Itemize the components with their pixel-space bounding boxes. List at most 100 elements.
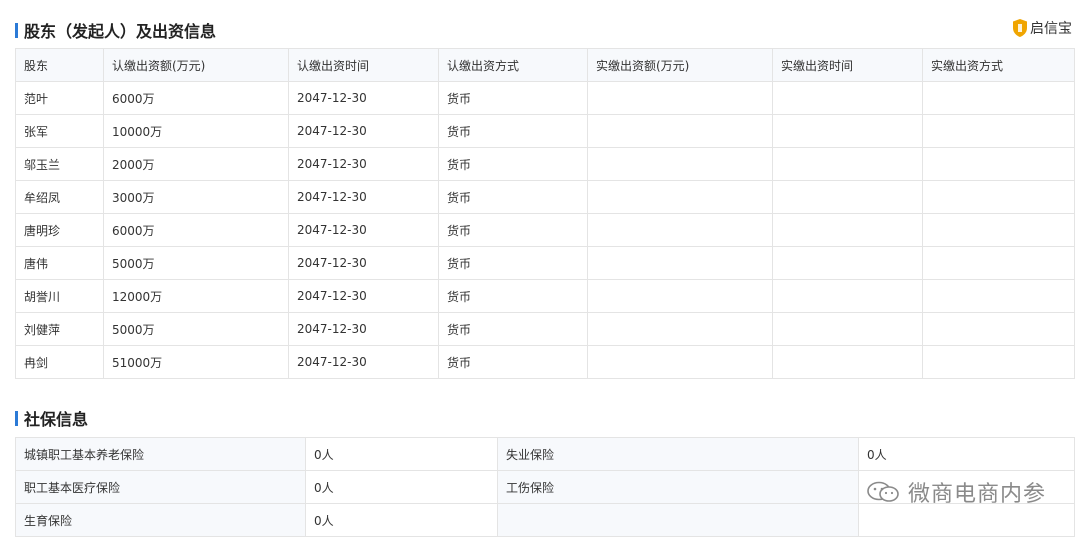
insurance-label-cell: 职工基本医疗保险 — [15, 470, 306, 504]
subscribed-method-cell: 货币 — [438, 246, 588, 280]
table-row: 城镇职工基本养老保险 0人 失业保险 0人 — [15, 437, 1075, 471]
insurance-label-cell: 生育保险 — [15, 503, 306, 537]
subscribed-amount-cell: 5000万 — [103, 246, 289, 280]
column-header: 实缴出资额(万元) — [587, 48, 773, 82]
brand-logo: 启信宝 — [1012, 18, 1072, 38]
shareholder-name-cell: 刘健萍 — [15, 312, 104, 346]
table-row: 范叶 6000万 2047-12-30 货币 — [15, 81, 1075, 115]
subscribed-date-cell: 2047-12-30 — [288, 246, 439, 280]
table-row: 牟绍凤 3000万 2047-12-30 货币 — [15, 180, 1075, 214]
paid-date-cell — [772, 279, 923, 313]
table-row: 张军 10000万 2047-12-30 货币 — [15, 114, 1075, 148]
shareholder-name-cell: 邬玉兰 — [15, 147, 104, 181]
subscribed-method-cell: 货币 — [438, 312, 588, 346]
subscribed-amount-cell: 6000万 — [103, 213, 289, 247]
insurance-count-cell: 0人 — [305, 437, 498, 471]
column-header: 实缴出资方式 — [922, 48, 1075, 82]
shareholder-name-cell: 唐伟 — [15, 246, 104, 280]
paid-date-cell — [772, 246, 923, 280]
shareholders-title-text: 股东（发起人）及出资信息 — [24, 22, 217, 41]
watermark-text: 微商电商内参 — [907, 482, 1046, 507]
insurance-count-cell: 0人 — [305, 470, 498, 504]
wechat-icon — [867, 481, 899, 502]
brand-name: 启信宝 — [1030, 21, 1072, 37]
paid-method-cell — [922, 213, 1075, 247]
subscribed-amount-cell: 2000万 — [103, 147, 289, 181]
paid-date-cell — [772, 213, 923, 247]
insurance-count-cell: 0人 — [858, 437, 1075, 471]
shareholder-name-cell: 范叶 — [15, 81, 104, 115]
paid-method-cell — [922, 81, 1075, 115]
shareholder-name-cell: 冉剑 — [15, 345, 104, 379]
subscribed-method-cell: 货币 — [438, 180, 588, 214]
subscribed-date-cell: 2047-12-30 — [288, 213, 439, 247]
insurance-label-cell: 失业保险 — [497, 437, 859, 471]
subscribed-date-cell: 2047-12-30 — [288, 279, 439, 313]
paid-amount-cell — [587, 279, 773, 313]
table-header-row: 股东 认缴出资额(万元) 认缴出资时间 认缴出资方式 实缴出资额(万元) 实缴出资时间 实缴… — [15, 48, 1075, 82]
paid-method-cell — [922, 114, 1075, 148]
subscribed-amount-cell: 6000万 — [103, 81, 289, 115]
shareholder-name-cell: 唐明珍 — [15, 213, 104, 247]
social-section-title: 社保信息 — [15, 406, 88, 430]
paid-amount-cell — [587, 114, 773, 148]
title-accent-bar — [15, 22, 18, 38]
shareholder-name-cell: 胡誉川 — [15, 279, 104, 313]
paid-amount-cell — [587, 213, 773, 247]
table-row: 唐明珍 6000万 2047-12-30 货币 — [15, 213, 1075, 247]
subscribed-amount-cell: 10000万 — [103, 114, 289, 148]
paid-amount-cell — [587, 312, 773, 346]
subscribed-method-cell: 货币 — [438, 345, 588, 379]
paid-date-cell — [772, 81, 923, 115]
subscribed-method-cell: 货币 — [438, 114, 588, 148]
paid-method-cell — [922, 345, 1075, 379]
paid-method-cell — [922, 279, 1075, 313]
shareholder-table: 股东 认缴出资额(万元) 认缴出资时间 认缴出资方式 实缴出资额(万元) 实缴出资时间 实缴… — [15, 48, 1075, 379]
paid-date-cell — [772, 180, 923, 214]
title-accent-bar — [15, 410, 18, 426]
insurance-count-cell: 0人 — [305, 503, 498, 537]
paid-amount-cell — [587, 246, 773, 280]
watermark: 微商电商内参 — [866, 476, 1046, 508]
subscribed-date-cell: 2047-12-30 — [288, 180, 439, 214]
subscribed-method-cell: 货币 — [438, 147, 588, 181]
table-row: 胡誉川 12000万 2047-12-30 货币 — [15, 279, 1075, 313]
subscribed-method-cell: 货币 — [438, 81, 588, 115]
subscribed-date-cell: 2047-12-30 — [288, 312, 439, 346]
paid-amount-cell — [587, 81, 773, 115]
table-row: 生育保险 0人 — [15, 503, 1075, 537]
subscribed-date-cell: 2047-12-30 — [288, 345, 439, 379]
column-header: 股东 — [15, 48, 104, 82]
paid-method-cell — [922, 246, 1075, 280]
shield-icon — [1013, 19, 1027, 37]
insurance-label-cell — [497, 503, 859, 537]
table-row: 唐伟 5000万 2047-12-30 货币 — [15, 246, 1075, 280]
paid-date-cell — [772, 147, 923, 181]
paid-amount-cell — [587, 147, 773, 181]
subscribed-method-cell: 货币 — [438, 213, 588, 247]
subscribed-date-cell: 2047-12-30 — [288, 147, 439, 181]
subscribed-amount-cell: 5000万 — [103, 312, 289, 346]
paid-amount-cell — [587, 345, 773, 379]
paid-date-cell — [772, 345, 923, 379]
paid-method-cell — [922, 147, 1075, 181]
subscribed-amount-cell: 51000万 — [103, 345, 289, 379]
shareholder-table-body: 范叶 6000万 2047-12-30 货币 张军 10000万 2047-12-30 货币邬… — [15, 81, 1075, 379]
subscribed-method-cell: 货币 — [438, 279, 588, 313]
column-header: 实缴出资时间 — [772, 48, 923, 82]
column-header: 认缴出资时间 — [288, 48, 439, 82]
shareholder-name-cell: 牟绍凤 — [15, 180, 104, 214]
column-header: 认缴出资方式 — [438, 48, 588, 82]
paid-amount-cell — [587, 180, 773, 214]
paid-method-cell — [922, 312, 1075, 346]
paid-date-cell — [772, 114, 923, 148]
subscribed-date-cell: 2047-12-30 — [288, 114, 439, 148]
shareholders-section-title: 股东（发起人）及出资信息 — [15, 18, 216, 42]
column-header: 认缴出资额(万元) — [103, 48, 289, 82]
paid-date-cell — [772, 312, 923, 346]
insurance-label-cell: 工伤保险 — [497, 470, 859, 504]
table-row: 冉剑 51000万 2047-12-30 货币 — [15, 345, 1075, 379]
insurance-label-cell: 城镇职工基本养老保险 — [15, 437, 306, 471]
shareholder-name-cell: 张军 — [15, 114, 104, 148]
table-row: 刘健萍 5000万 2047-12-30 货币 — [15, 312, 1075, 346]
